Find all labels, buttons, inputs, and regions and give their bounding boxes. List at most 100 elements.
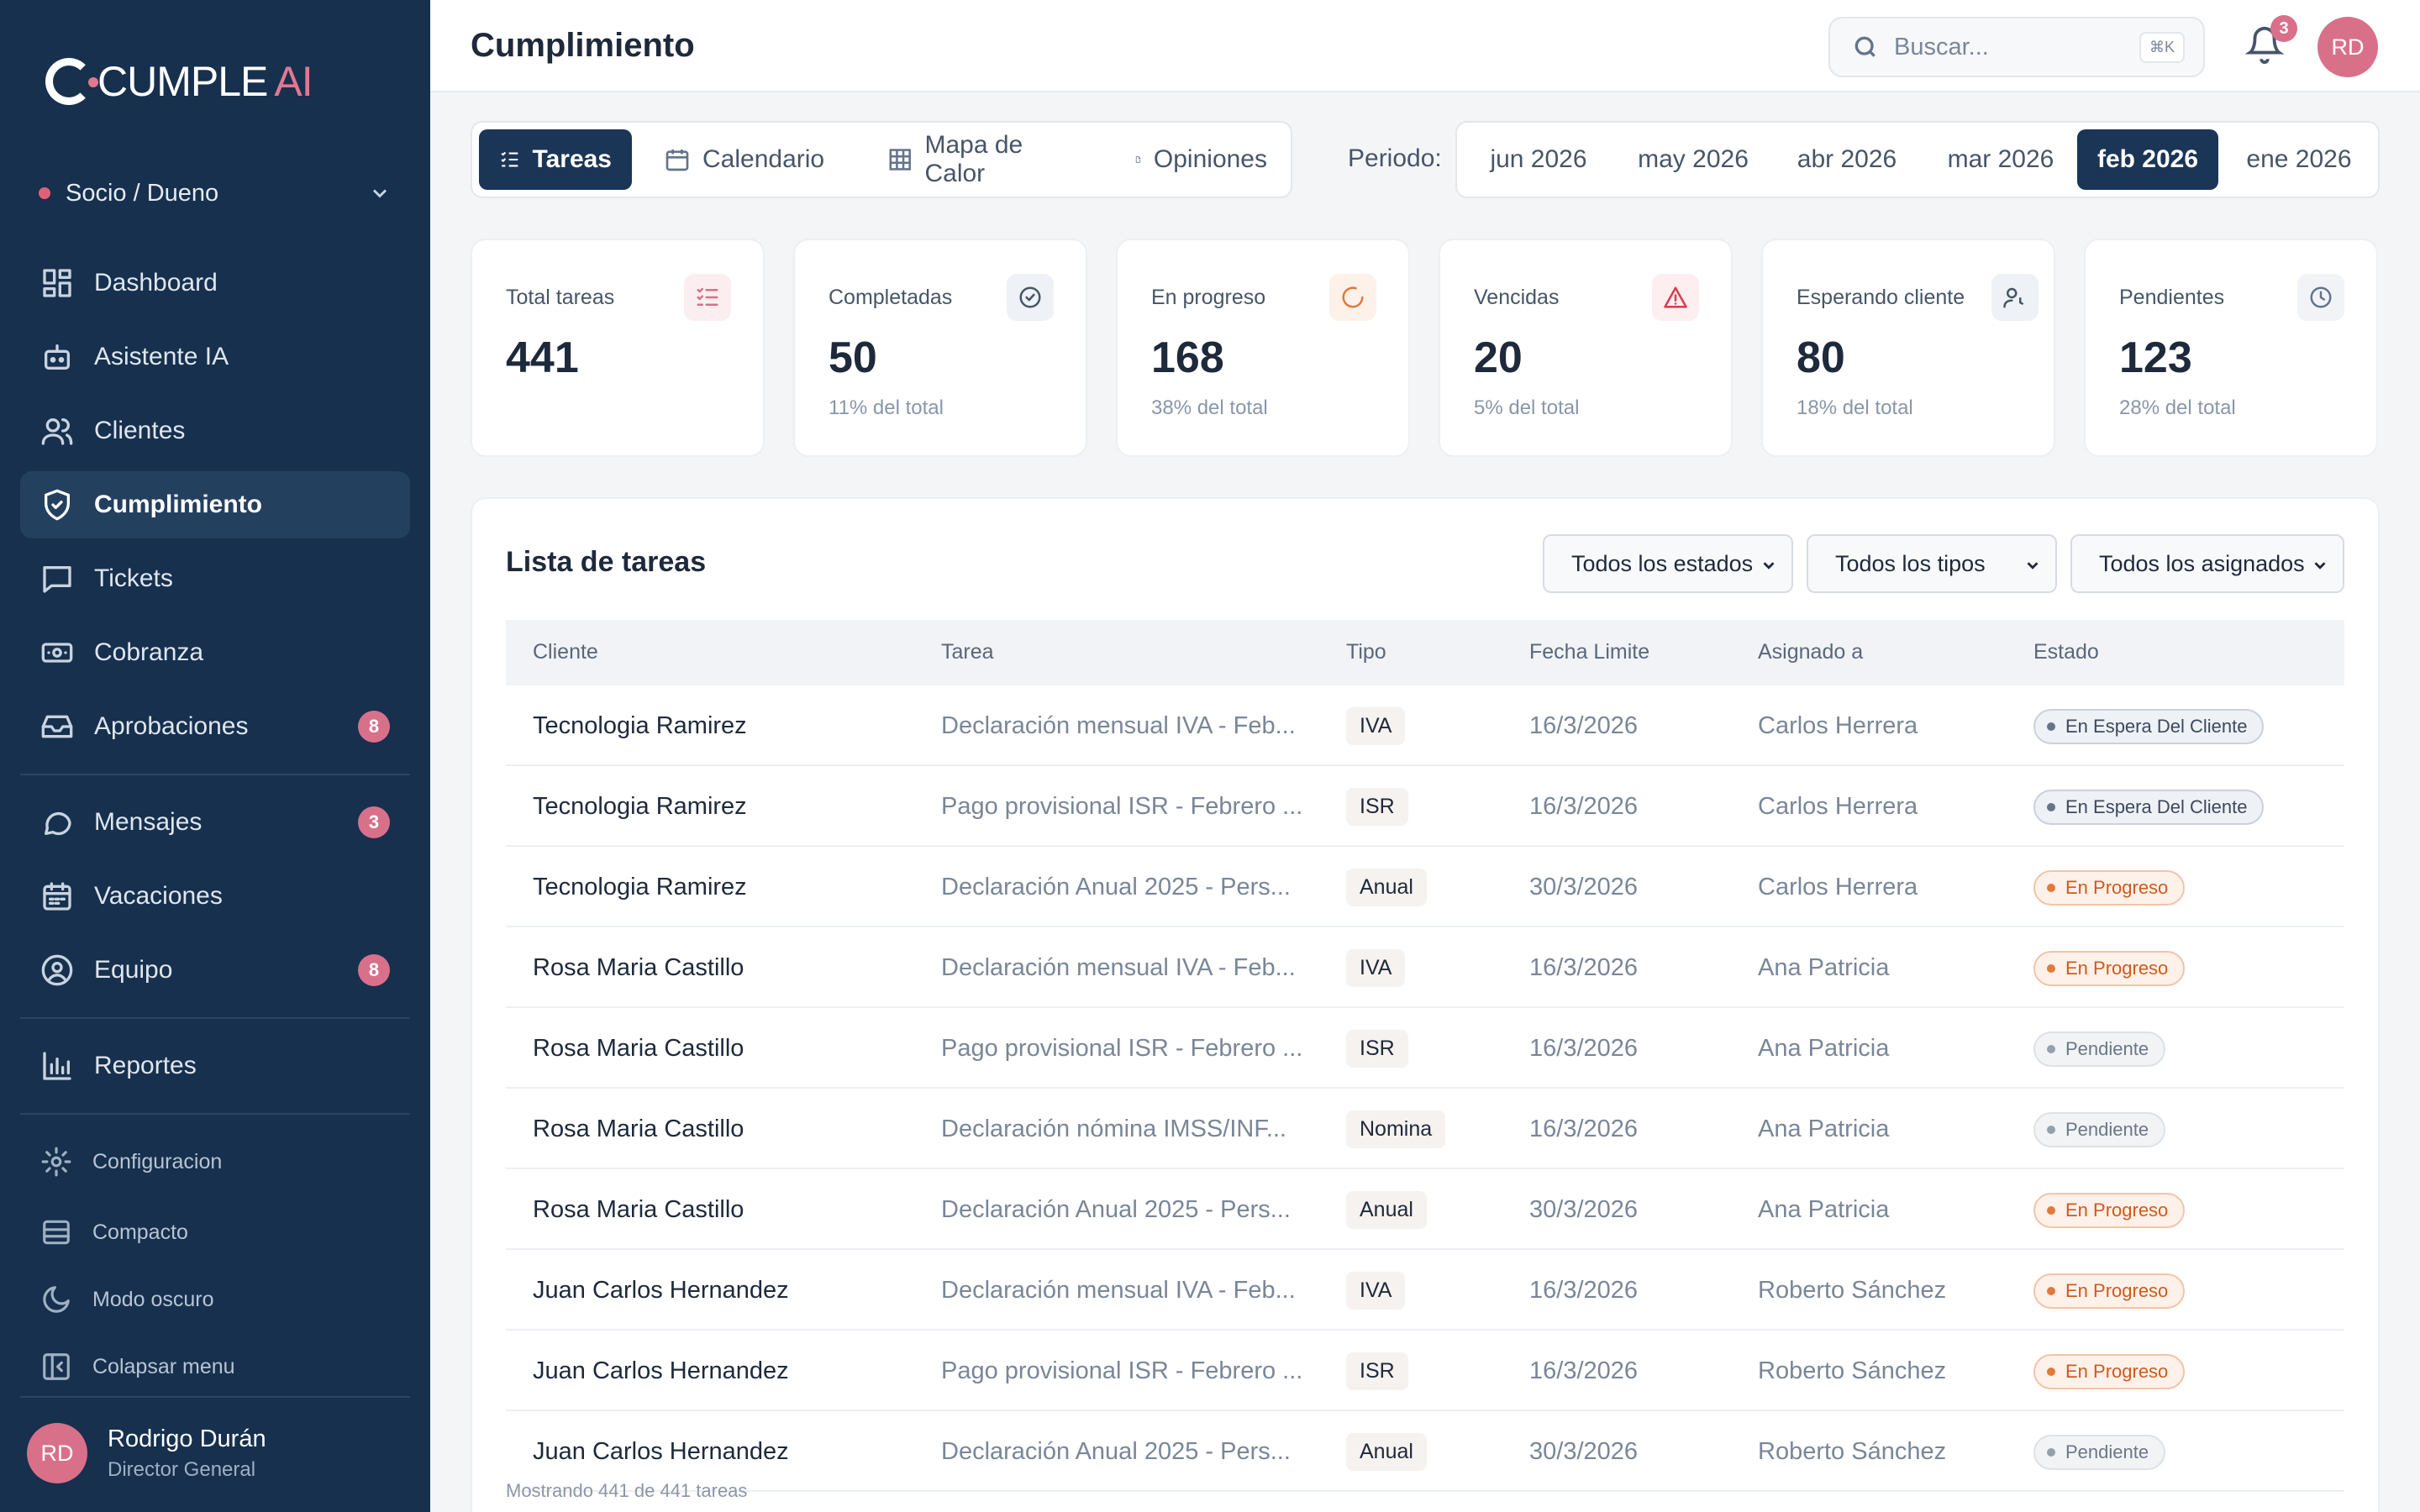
role-label: Socio / Dueno (66, 179, 219, 207)
table-row[interactable]: Juan Carlos Hernandez Declaración Anual 2… (506, 1411, 2344, 1492)
tab-calendario[interactable]: Calendario (644, 129, 855, 190)
chevron-down-icon (372, 189, 387, 198)
cell-due-date: 16/3/2026 (1529, 793, 1639, 820)
calendar-icon (666, 150, 689, 171)
app-logo[interactable]: CUMPLE AI (45, 52, 313, 111)
bar-chart-icon (43, 1052, 71, 1080)
period-option[interactable]: mar 2026 (1929, 129, 2072, 190)
rows-icon (43, 1220, 70, 1245)
cell-task: Pago provisional ISR - Febrero ... (941, 1357, 1303, 1384)
table-row[interactable]: Tecnologia Ramirez Pago provisional ISR -… (506, 766, 2344, 847)
type-tag: ISR (1346, 1030, 1408, 1068)
filter-value: Todos los asignados (2099, 550, 2305, 576)
status-label: En Progreso (2065, 1361, 2169, 1382)
status-dot (2047, 1287, 2055, 1295)
sidebar-item-asistente-ia[interactable]: Asistente IA (20, 323, 410, 391)
sidebar-item-dashboard[interactable]: Dashboard (20, 249, 410, 317)
assignee-filter-select[interactable]: Todos los asignados (2070, 534, 2344, 593)
cell-due-date: 30/3/2026 (1529, 1438, 1639, 1465)
type-filter-select[interactable]: Todos los tipos (1807, 534, 2057, 593)
table-row[interactable]: Rosa Maria Castillo Declaración nómina IM… (506, 1089, 2344, 1169)
status-badge: En Espera Del Cliente (2033, 790, 2265, 825)
sidebar-item-cobranza[interactable]: Cobranza (20, 619, 410, 686)
panel-title: Lista de tareas (506, 546, 707, 578)
period-option[interactable]: ene 2026 (2227, 129, 2371, 190)
tab-opiniones[interactable]: Opiniones (1114, 129, 1287, 190)
notifications-button[interactable]: 3 (2244, 15, 2297, 67)
sidebar-item-aprobaciones[interactable]: Aprobaciones 8 (20, 693, 410, 760)
sidebar-item-compacto[interactable]: Compacto (20, 1199, 410, 1266)
cell-task: Declaración mensual IVA - Feb... (941, 1277, 1296, 1304)
table-row[interactable]: Tecnologia Ramirez Declaración Anual 2025… (506, 847, 2344, 927)
stat-card-esperando-cliente: Esperando cliente 80 18% del total (1761, 239, 2055, 457)
type-tag: IVA (1346, 707, 1406, 745)
tab-tareas[interactable]: Tareas (479, 129, 632, 190)
search-input[interactable] (1894, 33, 2146, 61)
status-badge: En Progreso (2033, 1354, 2186, 1389)
status-badge: En Progreso (2033, 870, 2186, 906)
banknote-icon (41, 643, 73, 663)
cell-assignee: Ana Patricia (1758, 954, 1890, 981)
type-tag: IVA (1346, 1272, 1406, 1310)
stat-value: 80 (1797, 333, 1845, 382)
count-badge: 8 (358, 954, 390, 986)
period-option-selected[interactable]: feb 2026 (2077, 129, 2218, 190)
moon-icon (43, 1286, 70, 1313)
role-selector[interactable]: Socio / Dueno (39, 173, 392, 213)
stat-label: Vencidas (1474, 286, 1560, 309)
period-option[interactable]: may 2026 (1622, 129, 1765, 190)
filter-value: Todos los estados (1571, 550, 1754, 576)
type-tag: Anual (1346, 869, 1427, 906)
status-dot (2047, 964, 2055, 973)
column-header-tipo[interactable]: Tipo (1346, 640, 1386, 664)
cell-assignee: Carlos Herrera (1758, 874, 1918, 900)
column-header-tarea[interactable]: Tarea (941, 640, 994, 664)
inbox-icon (41, 715, 73, 738)
table-row[interactable]: Juan Carlos Hernandez Declaración mensual… (506, 1250, 2344, 1331)
sidebar-item-mensajes[interactable]: Mensajes 3 (20, 789, 410, 856)
status-dot (2047, 884, 2055, 892)
user-profile[interactable]: RD Rodrigo Durán Director General (27, 1423, 266, 1483)
cell-client: Rosa Maria Castillo (533, 954, 744, 981)
sidebar-item-clientes[interactable]: Clientes (20, 397, 410, 465)
period-option[interactable]: jun 2026 (1467, 129, 1610, 190)
table-row[interactable]: Tecnologia Ramirez Declaración mensual IV… (506, 685, 2344, 766)
status-label: En Progreso (2065, 1200, 2169, 1221)
status-filter-select[interactable]: Todos los estados (1543, 534, 1793, 593)
tab-mapa-de-calor[interactable]: Mapa de Calor (867, 129, 1102, 190)
cell-client: Rosa Maria Castillo (533, 1116, 744, 1142)
sidebar-item-cumplimiento[interactable]: Cumplimiento (20, 471, 410, 538)
table-row[interactable]: Rosa Maria Castillo Declaración Anual 202… (506, 1169, 2344, 1250)
sidebar-divider (20, 1396, 410, 1398)
status-badge: Pendiente (2033, 1032, 2166, 1067)
sidebar-item-equipo[interactable]: Equipo 8 (20, 937, 410, 1004)
table-row[interactable]: Rosa Maria Castillo Declaración mensual I… (506, 927, 2344, 1008)
period-option[interactable]: abr 2026 (1776, 129, 1918, 190)
calendar-icon (43, 882, 71, 911)
cell-task: Declaración mensual IVA - Feb... (941, 954, 1296, 981)
sidebar-item-vacaciones[interactable]: Vacaciones (20, 863, 410, 930)
cell-assignee: Ana Patricia (1758, 1196, 1890, 1223)
column-header-fecha-limite[interactable]: Fecha Limite (1529, 640, 1649, 664)
cell-client: Rosa Maria Castillo (533, 1035, 744, 1062)
tab-label: Mapa de Calor (924, 131, 1023, 187)
search-box[interactable]: ⌘K (1828, 17, 2205, 77)
collapse-icon (43, 1353, 70, 1380)
status-label: En Espera Del Cliente (2065, 796, 2248, 817)
table-row[interactable]: Juan Carlos Hernandez Pago provisional IS… (506, 1331, 2344, 1411)
table-row[interactable]: Rosa Maria Castillo Pago provisional ISR … (506, 1008, 2344, 1089)
sidebar-item-reportes[interactable]: Reportes (20, 1032, 410, 1100)
sidebar-item-tickets[interactable]: Tickets (20, 545, 410, 612)
sidebar-item-label: Tickets (94, 564, 173, 592)
column-header-cliente[interactable]: Cliente (533, 640, 598, 664)
sidebar-item-colapsar-menu[interactable]: Colapsar menu (20, 1333, 410, 1400)
sidebar-item-modo-oscuro[interactable]: Modo oscuro (20, 1266, 410, 1333)
status-label: Pendiente (2065, 1119, 2149, 1140)
column-header-estado[interactable]: Estado (2033, 640, 2099, 664)
column-header-asignado[interactable]: Asignado a (1758, 640, 1863, 664)
status-dot (2047, 1448, 2055, 1457)
sidebar-item-configuracion[interactable]: Configuracion (20, 1128, 410, 1195)
user-avatar-button[interactable]: RD (2317, 17, 2378, 77)
logo-text: CUMPLE AI (97, 58, 313, 105)
stat-label: En progreso (1151, 286, 1266, 309)
